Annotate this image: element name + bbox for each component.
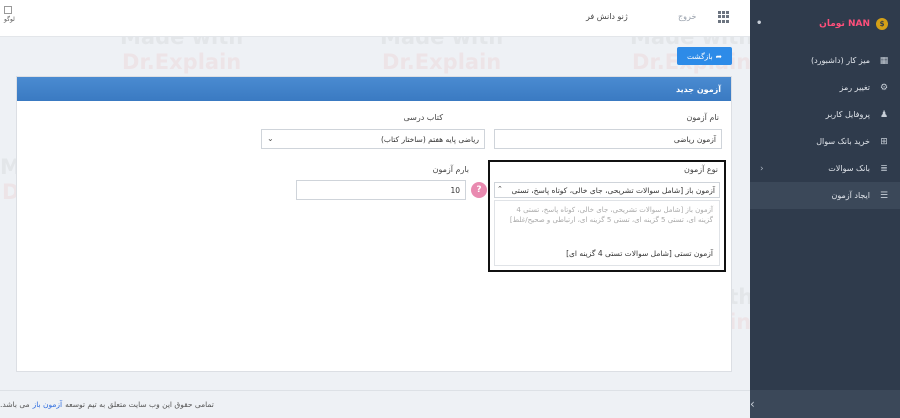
help-icon[interactable]: ? <box>471 182 487 198</box>
book-value: ریاضی پایه هفتم (ساختار کتاب) <box>380 134 479 144</box>
book-label: کتاب درسی <box>403 113 443 122</box>
exam-type-select[interactable]: آزمون باز [شامل سوالات تشریحی، جای خالی،… <box>494 182 720 198</box>
list-icon: ☰ <box>879 190 889 201</box>
logo-alt-text: لوگو <box>4 16 15 23</box>
wallet-balance[interactable]: $ NAN تومان • <box>750 0 900 47</box>
sidebar-item-change-password[interactable]: ⚙ تغییر رمز <box>750 74 900 101</box>
broken-image-icon <box>4 6 12 14</box>
cart-icon: ⊞ <box>880 136 888 147</box>
apps-grid-icon[interactable] <box>718 11 730 23</box>
gear-icon: ⚙ <box>879 82 889 93</box>
sidebar-item-label: بانک سوالات <box>828 164 870 173</box>
sidebar-item-label: خرید بانک سوال <box>816 137 870 146</box>
exam-type-option-test[interactable]: آزمون تستی [شامل سوالات تستی 4 گزینه ای] <box>503 249 713 258</box>
sidebar-item-buy-question-bank[interactable]: ⊞ خرید بانک سوال <box>750 128 900 155</box>
money-bag-icon: $ <box>876 17 888 30</box>
sidebar-item-label: ایجاد آزمون <box>831 191 870 200</box>
user-name: ژنو دانش فر <box>586 12 628 21</box>
score-label: بارم آزمون <box>432 165 469 174</box>
footer-text: تمامی حقوق این وب سایت متعلق به تیم توسع… <box>65 400 214 409</box>
logo[interactable]: لوگو <box>4 6 24 28</box>
card-title: آزمون جدید <box>17 77 731 101</box>
database-icon: ≣ <box>880 163 888 174</box>
exam-name-value: آزمون ریاضی <box>673 134 716 144</box>
score-input[interactable]: 10 <box>296 180 466 200</box>
exam-name-label: نام آزمون <box>686 113 719 122</box>
sidebar-item-dashboard[interactable]: ▦ میز کار (داشبورد) <box>750 47 900 74</box>
footer-text-end: می باشد. <box>0 400 30 409</box>
back-button-label: بازگشت <box>687 51 713 61</box>
footer-link[interactable]: آزمون باز <box>33 400 62 409</box>
exam-type-option-open[interactable]: آزمون باز [شامل سوالات تشریحی، جای خالی،… <box>503 205 713 225</box>
chevron-up-icon: ⌃ <box>497 185 503 193</box>
logout-link[interactable]: خروج <box>678 12 696 21</box>
balance-text: NAN تومان <box>819 18 870 29</box>
sidebar-item-label: تغییر رمز <box>839 83 870 92</box>
sidebar-item-question-bank[interactable]: ≣ بانک سوالات ‹ <box>750 155 900 182</box>
top-bar: لوگو ژنو دانش فر خروج <box>0 0 750 37</box>
sidebar-item-profile[interactable]: ♟ پروفایل کاربر <box>750 101 900 128</box>
chevron-down-icon: ⌄ <box>267 134 274 143</box>
share-arrow-icon: ➦ <box>715 51 722 61</box>
exam-type-options: آزمون باز [شامل سوالات تشریحی، جای خالی،… <box>494 200 720 266</box>
book-select[interactable]: ریاضی پایه هفتم (ساختار کتاب) ⌄ <box>261 129 485 149</box>
sidebar-item-label: پروفایل کاربر <box>825 110 870 119</box>
score-value: 10 <box>450 185 460 195</box>
exam-type-dropdown: نوع آزمون آزمون باز [شامل سوالات تشریحی،… <box>488 160 726 272</box>
footer: تمامی حقوق این وب سایت متعلق به تیم توسع… <box>0 390 750 418</box>
chevron-right-icon: › <box>750 397 755 411</box>
sidebar-collapse-button[interactable]: › <box>750 390 900 418</box>
sidebar-item-create-exam[interactable]: ☰ ایجاد آزمون <box>750 182 900 209</box>
exam-type-selected-value: آزمون باز [شامل سوالات تشریحی، جای خالی،… <box>511 185 715 195</box>
sidebar: $ NAN تومان • ▦ میز کار (داشبورد) ⚙ تغیی… <box>750 0 900 418</box>
grid-icon: ▦ <box>879 55 889 66</box>
dot-icon: • <box>756 18 763 29</box>
user-icon: ♟ <box>879 109 889 120</box>
chevron-left-icon: ‹ <box>760 163 764 174</box>
sidebar-item-label: میز کار (داشبورد) <box>810 56 870 65</box>
exam-name-input[interactable]: آزمون ریاضی <box>494 129 722 149</box>
exam-type-label: نوع آزمون <box>683 165 718 174</box>
back-button[interactable]: بازگشت ➦ <box>677 47 732 65</box>
